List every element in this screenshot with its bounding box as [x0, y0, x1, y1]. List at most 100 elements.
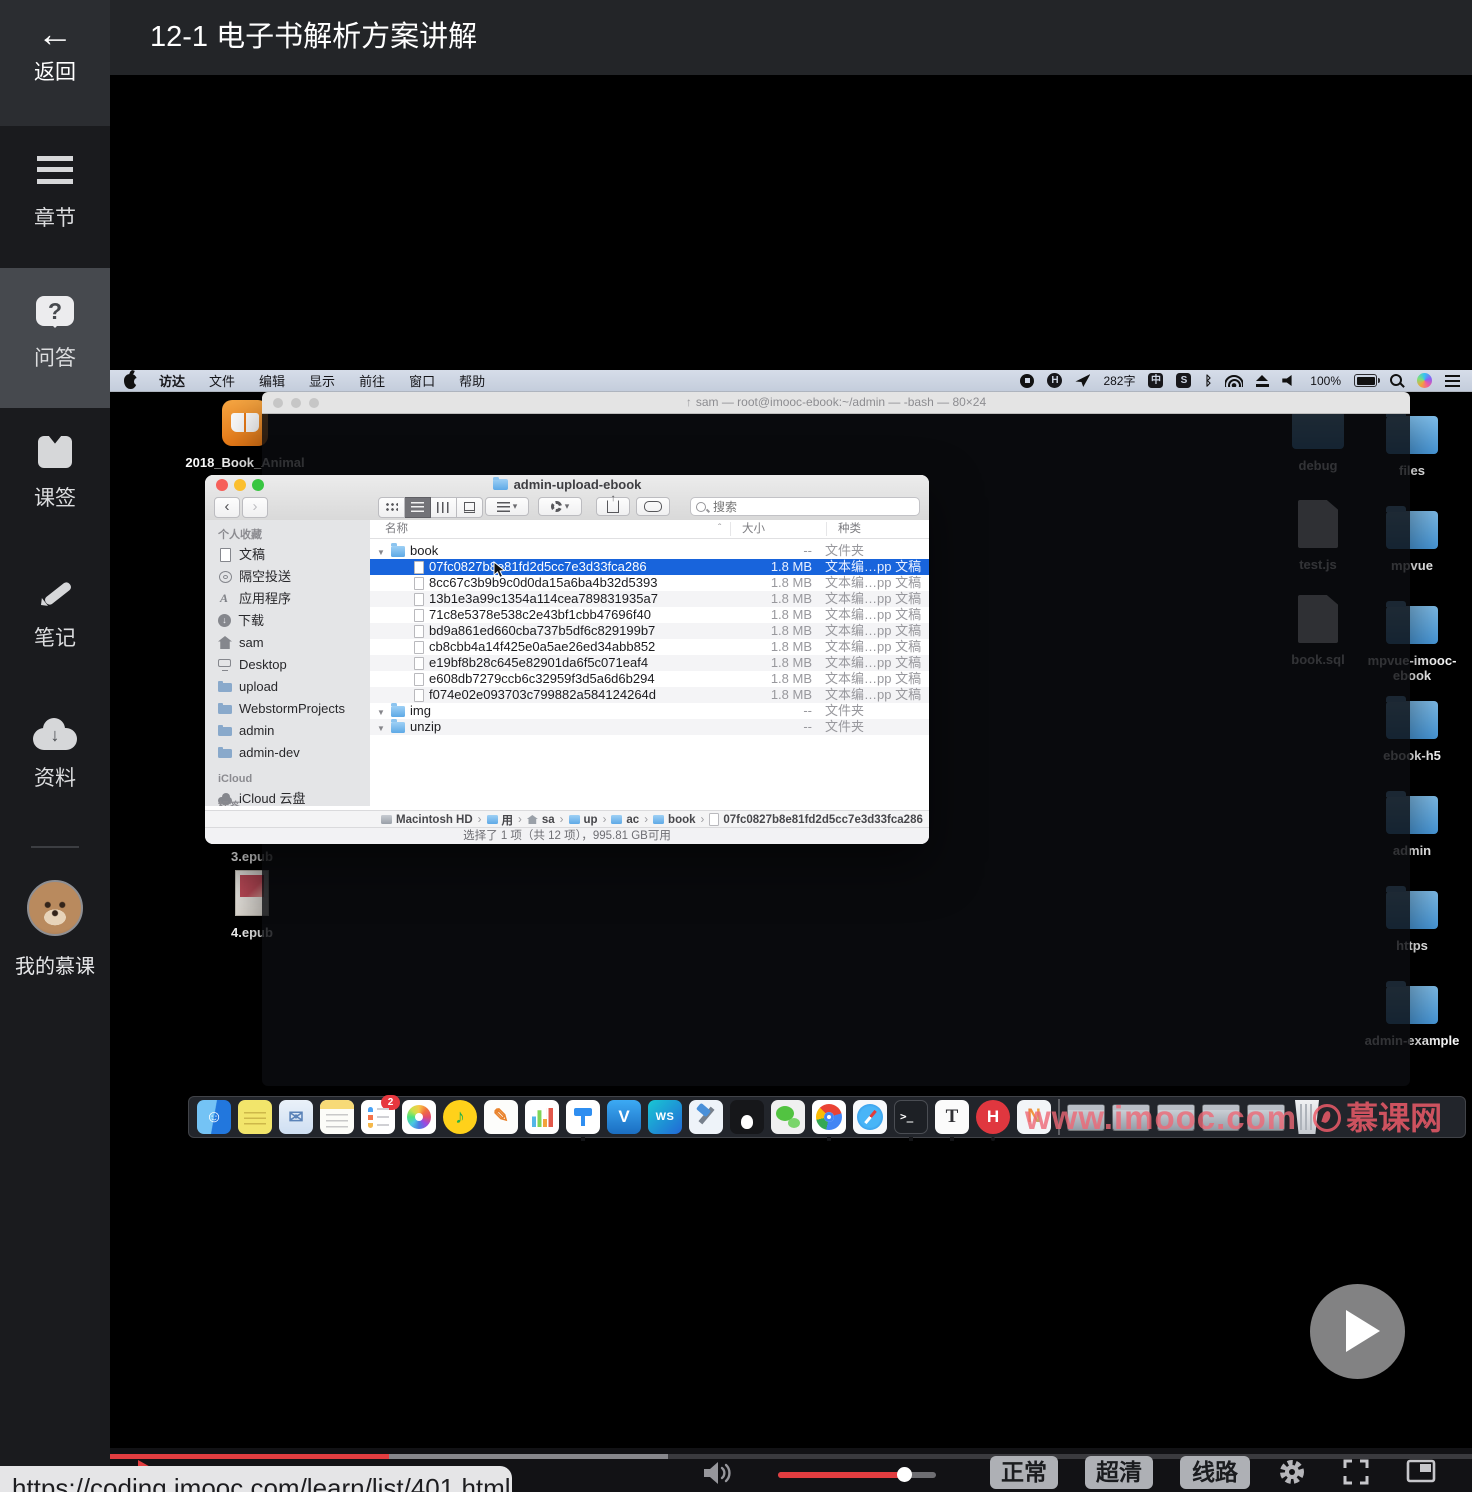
quality-button[interactable]: 超清	[1085, 1456, 1153, 1489]
dock-app-icon[interactable]: WS	[648, 1100, 682, 1134]
dock-app-icon[interactable]	[1202, 1103, 1240, 1131]
column-name[interactable]: 名称	[385, 520, 408, 538]
dock-app-icon[interactable]	[566, 1100, 600, 1134]
finder-sidebar-item[interactable]: upload	[205, 676, 370, 698]
menubar-status-item[interactable]	[1020, 373, 1035, 388]
quality-button[interactable]: 正常	[990, 1456, 1058, 1489]
dock-app-icon[interactable]: >_	[894, 1100, 928, 1134]
menubar-menu[interactable]: 编辑	[259, 371, 285, 390]
finder-sidebar-item[interactable]: 隔空投送	[205, 566, 370, 588]
menubar-status-item[interactable]	[1417, 373, 1432, 388]
file-row[interactable]: cb8cbb4a14f425e0a5ae26ed34abb852 1.8 MB …	[370, 639, 929, 655]
finder-sidebar-item[interactable]: 应用程序	[205, 588, 370, 610]
menubar-menu[interactable]: 窗口	[409, 371, 435, 390]
dock-app-icon[interactable]	[1067, 1103, 1105, 1131]
dock-app-icon[interactable]	[525, 1100, 559, 1134]
file-row[interactable]: 8cc67c3b9b9c0d0da15a6ba4b32d5393 1.8 MB …	[370, 575, 929, 591]
menubar-menu[interactable]: 访达	[159, 371, 185, 390]
dock-app-icon[interactable]	[1058, 1099, 1060, 1135]
column-view-button[interactable]	[431, 497, 457, 518]
dock-app-icon[interactable]	[1112, 1103, 1150, 1131]
column-size[interactable]: 大小	[742, 520, 765, 538]
action-gear-button[interactable]: ▾	[538, 497, 582, 516]
dock-app-icon[interactable]: 2	[361, 1095, 400, 1134]
path-crumb[interactable]: up	[568, 814, 612, 826]
terminal-titlebar[interactable]: ↑ sam — root@imooc-ebook:~/admin — -bash …	[262, 392, 1410, 414]
path-crumb[interactable]: 07fc0827b8e81fd2d5cc7e3d33fca286	[709, 813, 923, 826]
list-view-button[interactable]	[405, 497, 431, 518]
disclosure-triangle-icon[interactable]	[377, 719, 387, 737]
file-row[interactable]: 13b1e3a99c1354a114cea789831935a7 1.8 MB …	[370, 591, 929, 607]
back-nav-button[interactable]: ‹	[214, 497, 240, 518]
settings-gear-icon[interactable]	[1278, 1458, 1306, 1491]
path-crumb[interactable]: book	[653, 814, 709, 826]
dock-app-icon[interactable]: ♪	[443, 1100, 477, 1134]
path-crumb[interactable]: Macintosh HD	[381, 814, 487, 826]
dock-app-icon[interactable]	[853, 1100, 887, 1134]
apple-menu-icon[interactable]	[124, 373, 140, 389]
menubar-menu[interactable]: 帮助	[459, 371, 485, 390]
dock-app-icon[interactable]: ☺	[197, 1100, 231, 1134]
dock-app-icon[interactable]	[1295, 1100, 1319, 1134]
path-crumb[interactable]: ac	[611, 814, 653, 826]
icon-view-button[interactable]	[378, 497, 405, 518]
menubar-status-item[interactable]	[1256, 374, 1270, 387]
finder-window[interactable]: admin-upload-ebook ‹ › ▾ ▾ ↑ 搜索 个人收藏 文稿 …	[205, 475, 929, 844]
play-overlay-button[interactable]	[1310, 1284, 1405, 1379]
video-area[interactable]: 访达 文件 编辑 显示 前往 窗口 帮助 H 282字 中 S ᛒ 100% 2…	[110, 75, 1472, 1448]
file-row[interactable]: 71c8e5378e538c2e43bf1cbb47696f40 1.8 MB …	[370, 607, 929, 623]
menubar-status-item[interactable]	[1354, 374, 1380, 387]
terminal-window-buttons[interactable]	[273, 398, 319, 408]
menubar-status-item[interactable]: H	[1047, 373, 1063, 388]
file-row[interactable]: book -- 文件夹	[370, 543, 929, 559]
finder-sidebar-item[interactable]: 下载	[205, 610, 370, 632]
dock-app-icon[interactable]	[320, 1100, 354, 1134]
quality-button[interactable]: 线路	[1180, 1456, 1250, 1489]
sidebar-item[interactable]: 章节	[0, 128, 110, 268]
sidebar-item[interactable]: 课签	[0, 408, 110, 548]
file-row[interactable]: e608db7279ccb6c32959f3d5a6d6b294 1.8 MB …	[370, 671, 929, 687]
dock-app-icon[interactable]: H	[976, 1100, 1010, 1134]
dock-app-icon[interactable]: V	[607, 1100, 641, 1134]
file-row[interactable]: f074e02e093703c799882a584124264d 1.8 MB …	[370, 687, 929, 703]
finder-sidebar-item[interactable]: Desktop	[205, 654, 370, 676]
menubar-menu[interactable]: 显示	[309, 371, 335, 390]
forward-nav-button[interactable]: ›	[242, 497, 268, 518]
dock-app-icon[interactable]: T	[935, 1100, 969, 1134]
dock-app-icon[interactable]	[771, 1100, 805, 1134]
menubar-status-item[interactable]	[1390, 373, 1404, 388]
dock-app-icon[interactable]	[1247, 1103, 1285, 1131]
file-row[interactable]: e19bf8b28c645e82901da6f5c071eaf4 1.8 MB …	[370, 655, 929, 671]
finder-sidebar-item[interactable]: WebstormProjects	[205, 698, 370, 720]
back-button[interactable]: ← 返回	[0, 0, 110, 126]
dock-app-icon[interactable]	[689, 1100, 723, 1134]
finder-sidebar-item[interactable]: sam	[205, 632, 370, 654]
search-input[interactable]	[690, 497, 920, 516]
gallery-view-button[interactable]	[457, 497, 483, 518]
menubar-status-item[interactable]	[1204, 374, 1212, 388]
sidebar-item[interactable]: 笔记	[0, 548, 110, 688]
finder-sidebar-item[interactable]: admin	[205, 720, 370, 742]
finder-sidebar-item[interactable]: admin-dev	[205, 742, 370, 764]
path-crumb[interactable]: sa	[526, 814, 569, 826]
dock-app-icon[interactable]: ✉	[279, 1100, 313, 1134]
finder-sidebar-item[interactable]: 文稿	[205, 544, 370, 566]
volume-slider[interactable]	[778, 1467, 936, 1482]
menubar-status-item[interactable]	[1445, 374, 1460, 387]
dock-app-icon[interactable]	[238, 1100, 272, 1134]
pip-icon[interactable]	[1406, 1458, 1436, 1489]
dock-app-icon[interactable]	[402, 1100, 436, 1134]
menubar-status-item[interactable]: 282字	[1103, 372, 1135, 389]
column-kind[interactable]: 种类	[838, 520, 861, 538]
dock-app-icon[interactable]	[1157, 1103, 1195, 1131]
menubar-status-item[interactable]: S	[1176, 373, 1192, 388]
dock-app-icon[interactable]	[730, 1100, 764, 1134]
menubar-status-item[interactable]	[1282, 375, 1297, 386]
volume-icon[interactable]	[702, 1460, 732, 1491]
fullscreen-icon[interactable]	[1342, 1458, 1370, 1491]
group-button[interactable]: ▾	[485, 497, 529, 516]
menubar-status-item[interactable]	[1225, 374, 1244, 387]
share-button[interactable]	[596, 494, 630, 516]
volume-knob[interactable]	[897, 1467, 913, 1482]
my-mooc-entry[interactable]: 我的慕课	[0, 880, 110, 979]
